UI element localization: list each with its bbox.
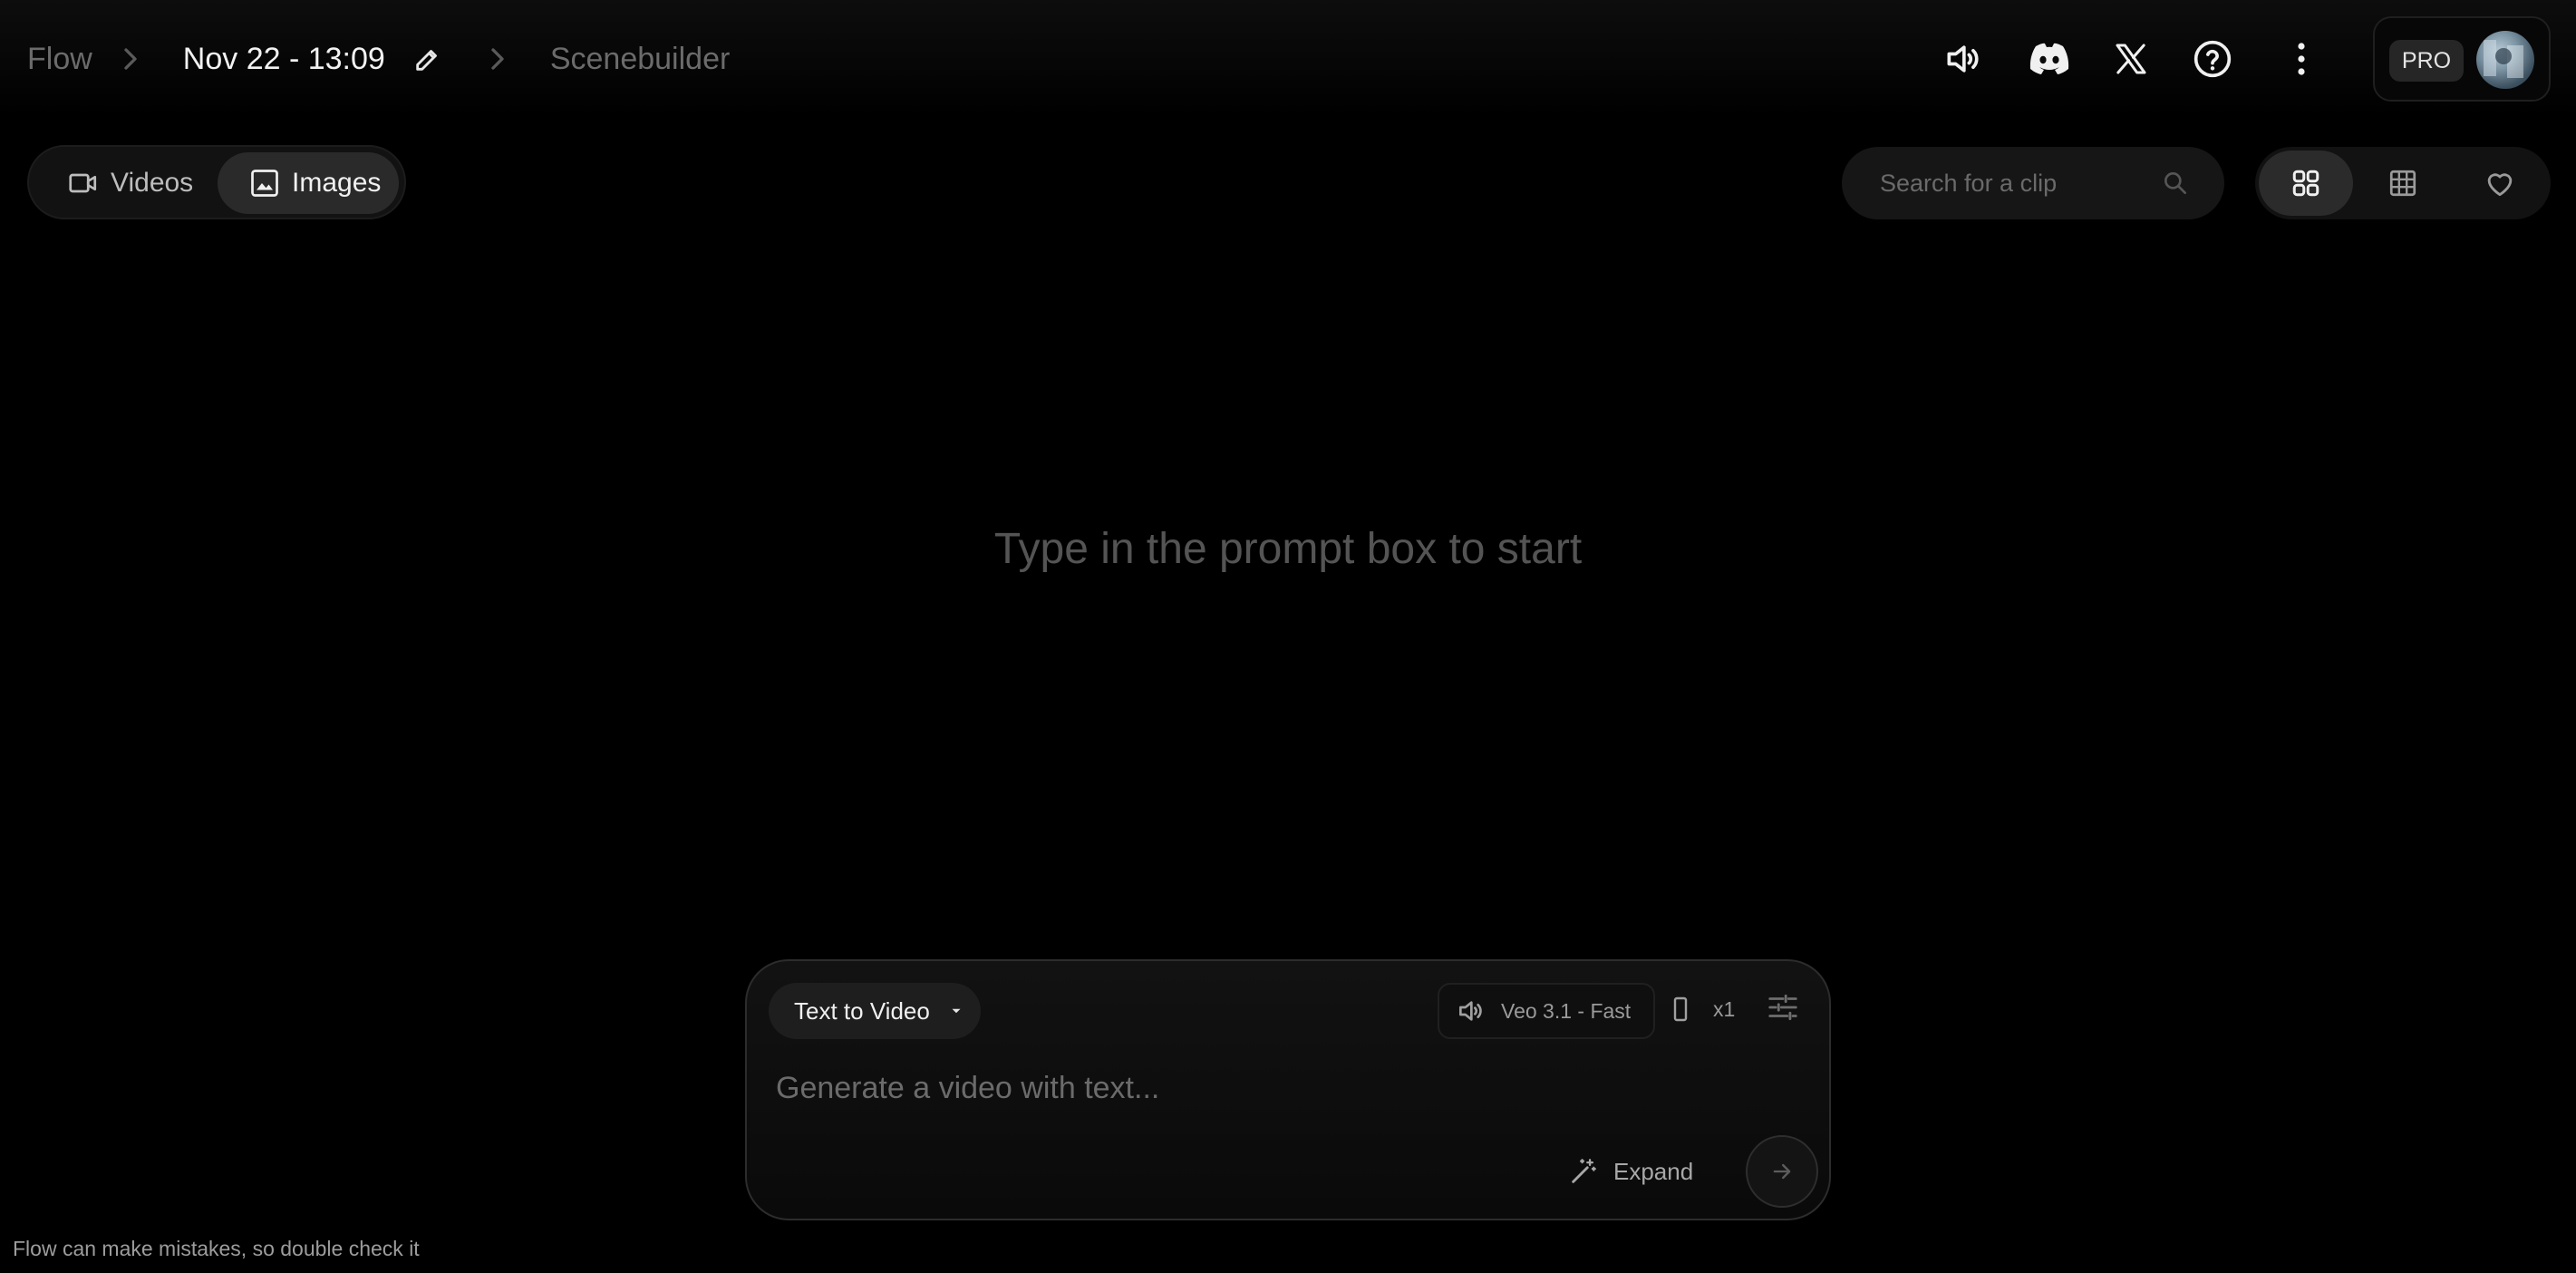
grid-view-icon: [2292, 170, 2319, 197]
grid-small-view-icon: [2389, 170, 2416, 197]
volume-icon[interactable]: [1940, 36, 1985, 82]
mode-label: Text to Video: [794, 996, 930, 1025]
breadcrumb-section[interactable]: Scenebuilder: [550, 42, 730, 77]
grid-small-view-button[interactable]: [2356, 151, 2450, 216]
tune-icon[interactable]: [1766, 990, 1800, 1025]
tab-images[interactable]: Images: [218, 152, 399, 214]
pro-badge: PRO: [2389, 40, 2464, 82]
volume-icon: [1459, 1001, 1482, 1021]
breadcrumb-root-link[interactable]: Flow: [27, 42, 92, 77]
search-icon[interactable]: [2161, 169, 2190, 198]
avatar[interactable]: [2476, 31, 2534, 89]
media-type-tabs: Videos Images: [27, 145, 406, 219]
favorites-button[interactable]: [2453, 151, 2547, 216]
chevron-right-icon: [491, 48, 504, 70]
clip-search: [1842, 147, 2224, 219]
tab-images-label: Images: [292, 168, 382, 198]
tab-videos-label: Videos: [111, 168, 194, 198]
search-input[interactable]: [1878, 165, 2150, 201]
tab-videos[interactable]: Videos: [36, 152, 218, 214]
expand-label: Expand: [1613, 1157, 1694, 1185]
image-icon: [251, 170, 278, 197]
help-icon[interactable]: [2190, 36, 2235, 82]
grid-view-button[interactable]: [2259, 151, 2353, 216]
breadcrumb: Flow Nov 22 - 13:09 Scenebuilder: [27, 36, 730, 82]
more-vert-icon[interactable]: [2279, 36, 2324, 82]
prompt-composer: Text to Video Veo 3.1 - Fast x1 Expand: [745, 959, 1831, 1220]
portrait-ratio-icon[interactable]: [1673, 996, 1688, 1023]
project-title[interactable]: Nov 22 - 13:09: [183, 42, 385, 77]
x-icon[interactable]: [2108, 36, 2154, 82]
view-toggle-group: [2255, 147, 2551, 219]
account-menu[interactable]: PRO: [2373, 16, 2551, 102]
expand-button[interactable]: Expand: [1568, 1152, 1693, 1191]
chevron-right-icon: [124, 48, 137, 70]
disclaimer-text: Flow can make mistakes, so double check …: [13, 1237, 420, 1260]
prompt-input[interactable]: [774, 1061, 1771, 1115]
output-count[interactable]: x1: [1713, 997, 1735, 1022]
send-button[interactable]: [1746, 1135, 1818, 1208]
discord-icon[interactable]: [2027, 36, 2072, 82]
model-selector[interactable]: Veo 3.1 - Fast: [1438, 983, 1655, 1039]
mode-dropdown[interactable]: Text to Video: [769, 983, 981, 1039]
video-icon: [69, 173, 97, 193]
empty-state-message: Type in the prompt box to start: [993, 525, 1583, 573]
model-label: Veo 3.1 - Fast: [1501, 998, 1632, 1023]
heart-icon: [2487, 173, 2513, 197]
caret-down-icon: [952, 1008, 961, 1014]
top-bar: Flow Nov 22 - 13:09 Scenebuilder PRO: [0, 0, 2576, 118]
magic-wand-icon: [1572, 1159, 1596, 1183]
arrow-right-icon: [1773, 1163, 1791, 1180]
edit-pencil-icon[interactable]: [412, 44, 443, 74]
